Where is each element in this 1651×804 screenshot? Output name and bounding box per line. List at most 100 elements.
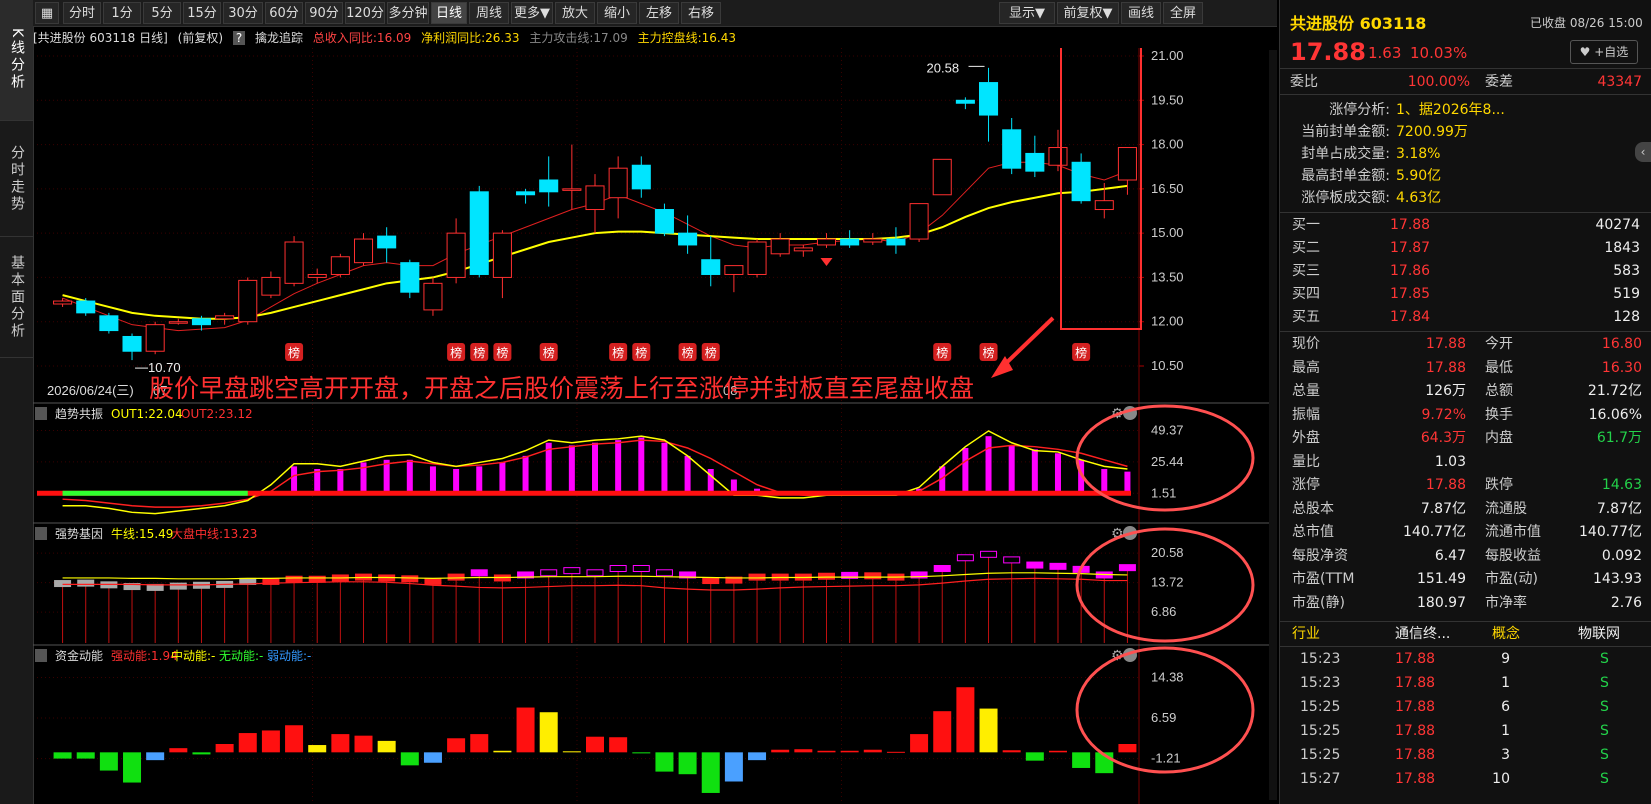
candle[interactable] <box>353 233 374 266</box>
candle[interactable] <box>53 298 73 307</box>
candle[interactable] <box>168 318 188 325</box>
toolbar-btn-6[interactable]: 90分 <box>305 2 343 24</box>
buy-level-price[interactable]: 17.85 <box>1390 282 1430 306</box>
candle[interactable] <box>377 227 397 263</box>
candle[interactable] <box>608 156 628 219</box>
candle[interactable] <box>1048 129 1068 172</box>
bang-badge[interactable]: 榜 <box>470 343 489 361</box>
toolbar-right-btn-0[interactable]: 显示▼ <box>999 2 1055 24</box>
candle[interactable] <box>469 185 489 278</box>
candle[interactable] <box>215 312 235 325</box>
candle[interactable] <box>1002 118 1022 175</box>
candle[interactable] <box>446 218 466 284</box>
chart-scrollbar[interactable] <box>1269 50 1277 800</box>
candle[interactable] <box>631 156 651 198</box>
candle[interactable] <box>284 236 304 287</box>
candle[interactable] <box>330 253 350 278</box>
toolbar-btn-2[interactable]: 5分 <box>143 2 181 24</box>
candle[interactable] <box>1025 135 1045 178</box>
toolbar-btn-8[interactable]: 多分钟 <box>387 2 429 24</box>
bang-badge[interactable]: 榜 <box>609 343 628 361</box>
candle[interactable] <box>122 333 142 361</box>
bang-badge[interactable]: 榜 <box>447 343 466 361</box>
toolbar-btn-0[interactable]: 分时 <box>63 2 101 24</box>
tab-fundamentals[interactable]: 基本面分析 <box>0 237 33 358</box>
toolbar-btn-14[interactable]: 左移 <box>639 2 679 24</box>
candle[interactable] <box>863 233 883 245</box>
toolbar-btn-3[interactable]: 15分 <box>183 2 221 24</box>
tab-kline-analysis[interactable]: K线分析 <box>0 0 33 121</box>
p2-block <box>401 575 419 583</box>
candle[interactable] <box>747 239 767 278</box>
candle[interactable] <box>539 156 559 207</box>
toolbar-btn-4[interactable]: 30分 <box>223 2 263 24</box>
toolbar-btn-13[interactable]: 缩小 <box>597 2 637 24</box>
candle[interactable] <box>238 277 258 325</box>
toolbar-btn-1[interactable]: 1分 <box>103 2 141 24</box>
candle[interactable] <box>886 227 906 254</box>
toolbar-right-btn-3[interactable]: 全屏 <box>1163 2 1203 24</box>
kline-chart[interactable]: 21.00 19.50 18.00 16.50 15.00 13.50 12.00 10.50… <box>33 48 1277 804</box>
toolbar-btn-10[interactable]: 周线 <box>469 2 509 24</box>
toolbar-right-btn-2[interactable]: 画线 <box>1121 2 1161 24</box>
candle[interactable] <box>932 158 952 196</box>
tick-list[interactable]: 15:23 17.88 9 S 15:23 17.88 1 S 15:25 17.88 6 S 15:2… <box>1280 647 1651 804</box>
candle[interactable] <box>979 67 999 142</box>
concept-value[interactable]: 物联网 <box>1578 622 1620 646</box>
candle-body <box>261 276 281 296</box>
bang-badge[interactable]: 榜 <box>933 343 952 361</box>
bang-badge[interactable]: 榜 <box>285 343 304 361</box>
candle[interactable] <box>585 174 605 234</box>
indicator-name[interactable]: 擒龙追踪 <box>255 31 303 45</box>
toolbar-right-btn-1[interactable]: 前复权▼ <box>1057 2 1119 24</box>
help-icon[interactable] <box>35 649 47 662</box>
candle[interactable] <box>840 230 860 248</box>
candle[interactable] <box>1071 153 1091 204</box>
bang-badge[interactable]: 榜 <box>701 343 720 361</box>
candle-body <box>608 167 628 199</box>
candle[interactable] <box>492 230 512 299</box>
candle[interactable] <box>724 265 744 293</box>
bang-badge[interactable]: 榜 <box>539 343 558 361</box>
bang-badge[interactable]: 榜 <box>979 343 998 361</box>
buy-level-price[interactable]: 17.84 <box>1390 305 1430 329</box>
grid-icon[interactable]: ▦ <box>35 2 59 24</box>
candle[interactable] <box>423 277 443 316</box>
candle[interactable] <box>793 244 813 257</box>
help-icon[interactable] <box>35 527 47 540</box>
collapse-panel-icon[interactable]: ‹ <box>1635 142 1651 162</box>
candle[interactable] <box>816 233 837 248</box>
p2-block <box>655 569 673 577</box>
toolbar-btn-12[interactable]: 放大 <box>555 2 595 24</box>
candle[interactable] <box>76 298 96 316</box>
bang-badge[interactable]: 榜 <box>493 343 512 361</box>
toolbar-btn-9[interactable]: 日线 <box>431 2 467 24</box>
candle[interactable] <box>955 97 975 110</box>
candle[interactable] <box>654 203 674 237</box>
buy-level-price[interactable]: 17.88 <box>1390 213 1430 237</box>
bang-badge[interactable]: 榜 <box>1072 343 1091 361</box>
candle[interactable] <box>145 321 165 355</box>
candle[interactable] <box>261 271 281 299</box>
candle[interactable] <box>909 203 929 242</box>
candle[interactable] <box>400 259 420 299</box>
help-icon[interactable] <box>35 407 47 420</box>
candle[interactable] <box>701 236 721 287</box>
p1-bar <box>1124 471 1131 494</box>
candle[interactable] <box>562 144 582 210</box>
tab-intraday[interactable]: 分时走势 <box>0 121 33 237</box>
buy-level-price[interactable]: 17.87 <box>1390 236 1430 260</box>
bang-badge[interactable]: 榜 <box>678 343 697 361</box>
toolbar-btn-5[interactable]: 60分 <box>265 2 303 24</box>
buy-level-price[interactable]: 17.86 <box>1390 259 1430 283</box>
candle[interactable] <box>770 233 790 257</box>
toolbar-btn-7[interactable]: 120分 <box>345 2 385 24</box>
candle[interactable] <box>516 188 536 204</box>
help-icon[interactable]: ? <box>232 31 246 45</box>
bang-badge[interactable]: 榜 <box>632 343 651 361</box>
candle[interactable] <box>99 312 119 334</box>
add-favorite-button[interactable]: ♥ +自选 <box>1570 40 1638 64</box>
industry-value[interactable]: 通信终... <box>1395 622 1450 646</box>
toolbar-btn-11[interactable]: 更多▼ <box>511 2 553 24</box>
toolbar-btn-15[interactable]: 右移 <box>681 2 721 24</box>
